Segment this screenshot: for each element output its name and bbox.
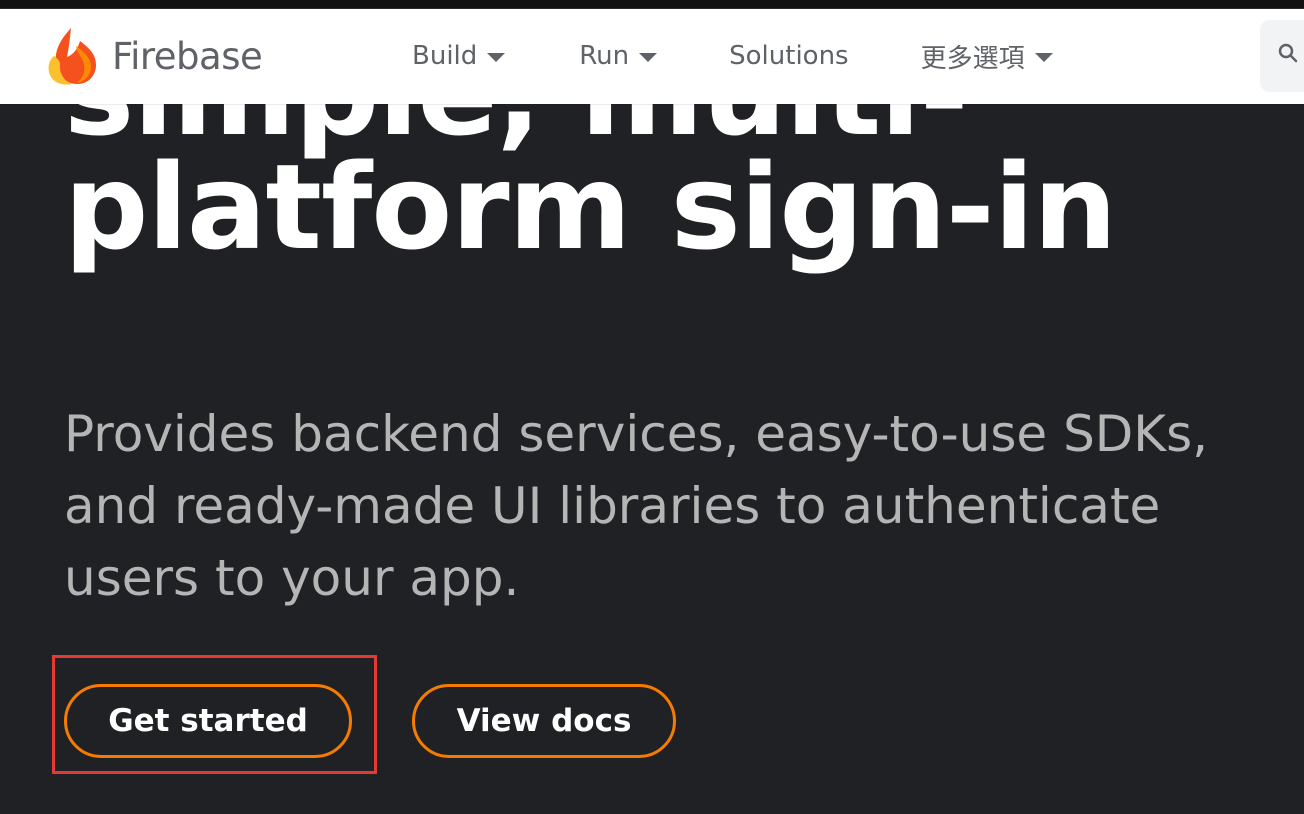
caret-down-icon <box>487 52 506 62</box>
get-started-button[interactable]: Get started <box>64 684 352 758</box>
page: Firebase Build Run Solutions 更多選項 platfo… <box>0 0 1304 814</box>
firebase-logo[interactable]: Firebase <box>46 26 263 86</box>
nav-build-label: Build <box>412 41 478 71</box>
hero-title-line-2: platform sign-in <box>64 138 1117 276</box>
caret-down-icon <box>1034 52 1053 62</box>
nav-run[interactable]: Run <box>579 8 658 104</box>
brand-name: Firebase <box>112 34 263 78</box>
view-docs-button[interactable]: View docs <box>412 684 676 758</box>
search-button[interactable] <box>1260 20 1304 92</box>
hero-description: Provides backend services, easy-to-use S… <box>64 405 1209 607</box>
nav-build[interactable]: Build <box>412 8 506 104</box>
nav-run-label: Run <box>579 41 630 71</box>
nav-more-options-label: 更多選項 <box>920 43 1025 74</box>
nav-more-options[interactable]: 更多選項 <box>921 8 1053 104</box>
main-nav: Build Run Solutions 更多選項 <box>412 8 1053 104</box>
nav-solutions[interactable]: Solutions <box>729 8 848 104</box>
search-icon <box>1278 43 1298 63</box>
site-header: Firebase Build Run Solutions 更多選項 <box>0 8 1304 104</box>
caret-down-icon <box>639 52 658 62</box>
nav-solutions-label: Solutions <box>729 41 849 71</box>
browser-top-strip <box>0 0 1304 9</box>
firebase-flame-icon <box>48 28 96 85</box>
